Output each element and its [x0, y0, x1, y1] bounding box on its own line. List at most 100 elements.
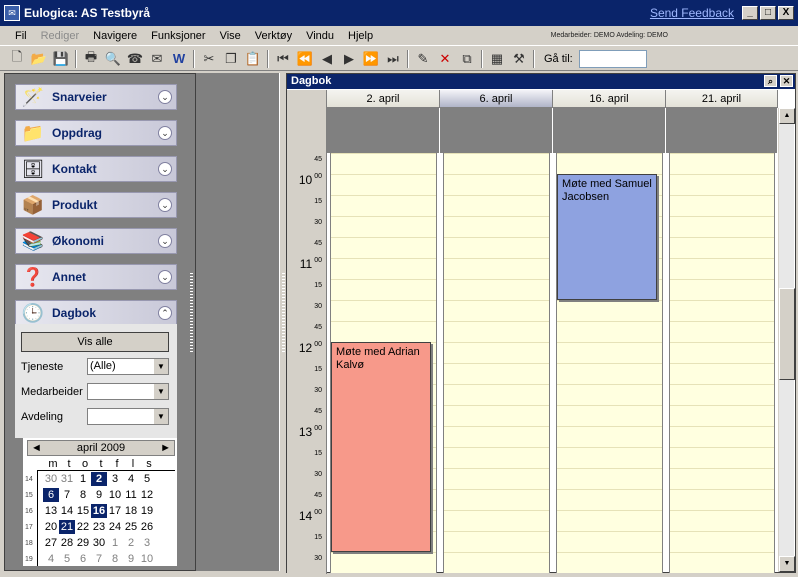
section-dagbok[interactable]: 🕒 Dagbok ⌃: [15, 300, 177, 326]
calendar-day[interactable]: 22: [75, 520, 91, 534]
calendar-day[interactable]: 20: [43, 520, 59, 534]
edit-icon[interactable]: ✎: [412, 49, 434, 69]
calendar-day[interactable]: 23: [91, 520, 107, 534]
chevron-down-icon[interactable]: ⌄: [158, 126, 172, 140]
dropdown-arrow-icon[interactable]: ▼: [154, 384, 168, 399]
delete-icon[interactable]: ✕: [434, 49, 456, 69]
calendar-day[interactable]: 30: [91, 536, 107, 550]
chevron-down-icon[interactable]: ⌄: [158, 270, 172, 284]
cut-icon[interactable]: ✂: [198, 49, 220, 69]
calendar-day[interactable]: 28: [59, 536, 75, 550]
day-column[interactable]: Møte med Samuel Jacobsen: [556, 153, 663, 573]
day-column-header[interactable]: 21. april: [666, 90, 778, 108]
calendar-day[interactable]: 5: [139, 472, 155, 486]
calendar-day[interactable]: 6: [75, 552, 91, 566]
dropdown-arrow-icon[interactable]: ▼: [154, 359, 168, 374]
last-record-icon[interactable]: ⏭: [382, 49, 404, 69]
section-oppdrag[interactable]: 📁 Oppdrag ⌄: [15, 120, 177, 146]
calendar-day[interactable]: 7: [91, 552, 107, 566]
calendar-day[interactable]: 27: [43, 536, 59, 550]
appointment[interactable]: Møte med Adrian Kalvø: [331, 342, 431, 552]
minimize-button[interactable]: _: [742, 6, 758, 20]
print-preview-icon[interactable]: 🔍: [102, 49, 124, 69]
menu-fil[interactable]: Fil: [8, 30, 34, 42]
duplicate-icon[interactable]: ⧉: [456, 49, 478, 69]
calendar-day[interactable]: 6: [43, 488, 59, 502]
calendar-day[interactable]: 17: [107, 504, 123, 518]
avdeling-select[interactable]: ▼: [87, 408, 169, 425]
maximize-button[interactable]: □: [760, 6, 776, 20]
calendar-day[interactable]: 8: [75, 488, 91, 502]
calendar-day[interactable]: 3: [107, 472, 123, 486]
section-produkt[interactable]: 📦 Produkt ⌄: [15, 192, 177, 218]
prev-month-icon[interactable]: ◄: [31, 442, 42, 454]
calendar-day[interactable]: 16: [91, 504, 107, 518]
day-column[interactable]: [443, 153, 550, 573]
vertical-scrollbar[interactable]: ▲ ▼: [778, 108, 795, 572]
copy-icon[interactable]: ❐: [220, 49, 242, 69]
fast-forward-icon[interactable]: ⏩: [360, 49, 382, 69]
tjeneste-select[interactable]: (Alle) ▼: [87, 358, 169, 375]
all-day-area[interactable]: [327, 108, 440, 153]
calculator-icon[interactable]: ▦: [486, 49, 508, 69]
day-column[interactable]: [669, 153, 775, 573]
calendar-day[interactable]: 14: [59, 504, 75, 518]
calendar-day[interactable]: 31: [59, 472, 75, 486]
calendar-day[interactable]: 7: [59, 488, 75, 502]
day-column-header[interactable]: 16. april: [553, 90, 666, 108]
chevron-up-icon[interactable]: ⌃: [158, 306, 172, 320]
tools-icon[interactable]: ⚒: [508, 49, 530, 69]
calendar-day[interactable]: 2: [91, 472, 107, 486]
calendar-day[interactable]: 5: [59, 552, 75, 566]
close-button[interactable]: X: [778, 6, 794, 20]
medarbeider-select[interactable]: ▼: [87, 383, 169, 400]
calendar-day[interactable]: 18: [123, 504, 139, 518]
chevron-down-icon[interactable]: ⌄: [158, 90, 172, 104]
menu-vise[interactable]: Vise: [213, 30, 248, 42]
calendar-day[interactable]: 10: [107, 488, 123, 502]
fax-icon[interactable]: ☎: [124, 49, 146, 69]
menu-rediger[interactable]: Rediger: [34, 30, 87, 42]
chevron-down-icon[interactable]: ⌄: [158, 198, 172, 212]
chevron-down-icon[interactable]: ⌄: [158, 234, 172, 248]
all-day-area[interactable]: [666, 108, 778, 153]
email-icon[interactable]: ✉: [146, 49, 168, 69]
open-icon[interactable]: 📂: [28, 49, 50, 69]
scroll-down-icon[interactable]: ▼: [779, 556, 795, 572]
dropdown-arrow-icon[interactable]: ▼: [154, 409, 168, 424]
vis-alle-button[interactable]: Vis alle: [21, 332, 169, 352]
calendar-day[interactable]: 25: [123, 520, 139, 534]
section-annet[interactable]: ❓ Annet ⌄: [15, 264, 177, 290]
calendar-day[interactable]: 9: [123, 552, 139, 566]
menu-hjelp[interactable]: Hjelp: [341, 30, 380, 42]
menu-funksjoner[interactable]: Funksjoner: [144, 30, 212, 42]
menu-verktoy[interactable]: Verktøy: [248, 30, 299, 42]
calendar-day[interactable]: 21: [59, 520, 75, 534]
calendar-day[interactable]: 30: [43, 472, 59, 486]
calendar-day[interactable]: 29: [75, 536, 91, 550]
next-month-icon[interactable]: ►: [160, 442, 171, 454]
scroll-thumb[interactable]: [779, 288, 795, 380]
calendar-day[interactable]: 1: [75, 472, 91, 486]
calendar-day[interactable]: 1: [107, 536, 123, 550]
save-icon[interactable]: 💾: [50, 49, 72, 69]
calendar-day[interactable]: 24: [107, 520, 123, 534]
chevron-down-icon[interactable]: ⌄: [158, 162, 172, 176]
all-day-area[interactable]: [553, 108, 666, 153]
calendar-day[interactable]: 4: [123, 472, 139, 486]
rewind-icon[interactable]: ⏪: [294, 49, 316, 69]
calendar-day[interactable]: 10: [139, 552, 155, 566]
new-icon[interactable]: 🗋: [6, 49, 28, 69]
calendar-day[interactable]: 19: [139, 504, 155, 518]
paste-icon[interactable]: 📋: [242, 49, 264, 69]
splitter-grip[interactable]: [190, 273, 193, 353]
close-icon[interactable]: ✕: [780, 75, 793, 87]
scroll-up-icon[interactable]: ▲: [779, 108, 795, 124]
all-day-area[interactable]: [440, 108, 553, 153]
section-okonomi[interactable]: 📚 Økonomi ⌄: [15, 228, 177, 254]
calendar-day[interactable]: 15: [75, 504, 91, 518]
calendar-day[interactable]: 9: [91, 488, 107, 502]
goto-input[interactable]: [578, 49, 647, 68]
calendar-day[interactable]: 3: [139, 536, 155, 550]
calendar-day[interactable]: 2: [123, 536, 139, 550]
